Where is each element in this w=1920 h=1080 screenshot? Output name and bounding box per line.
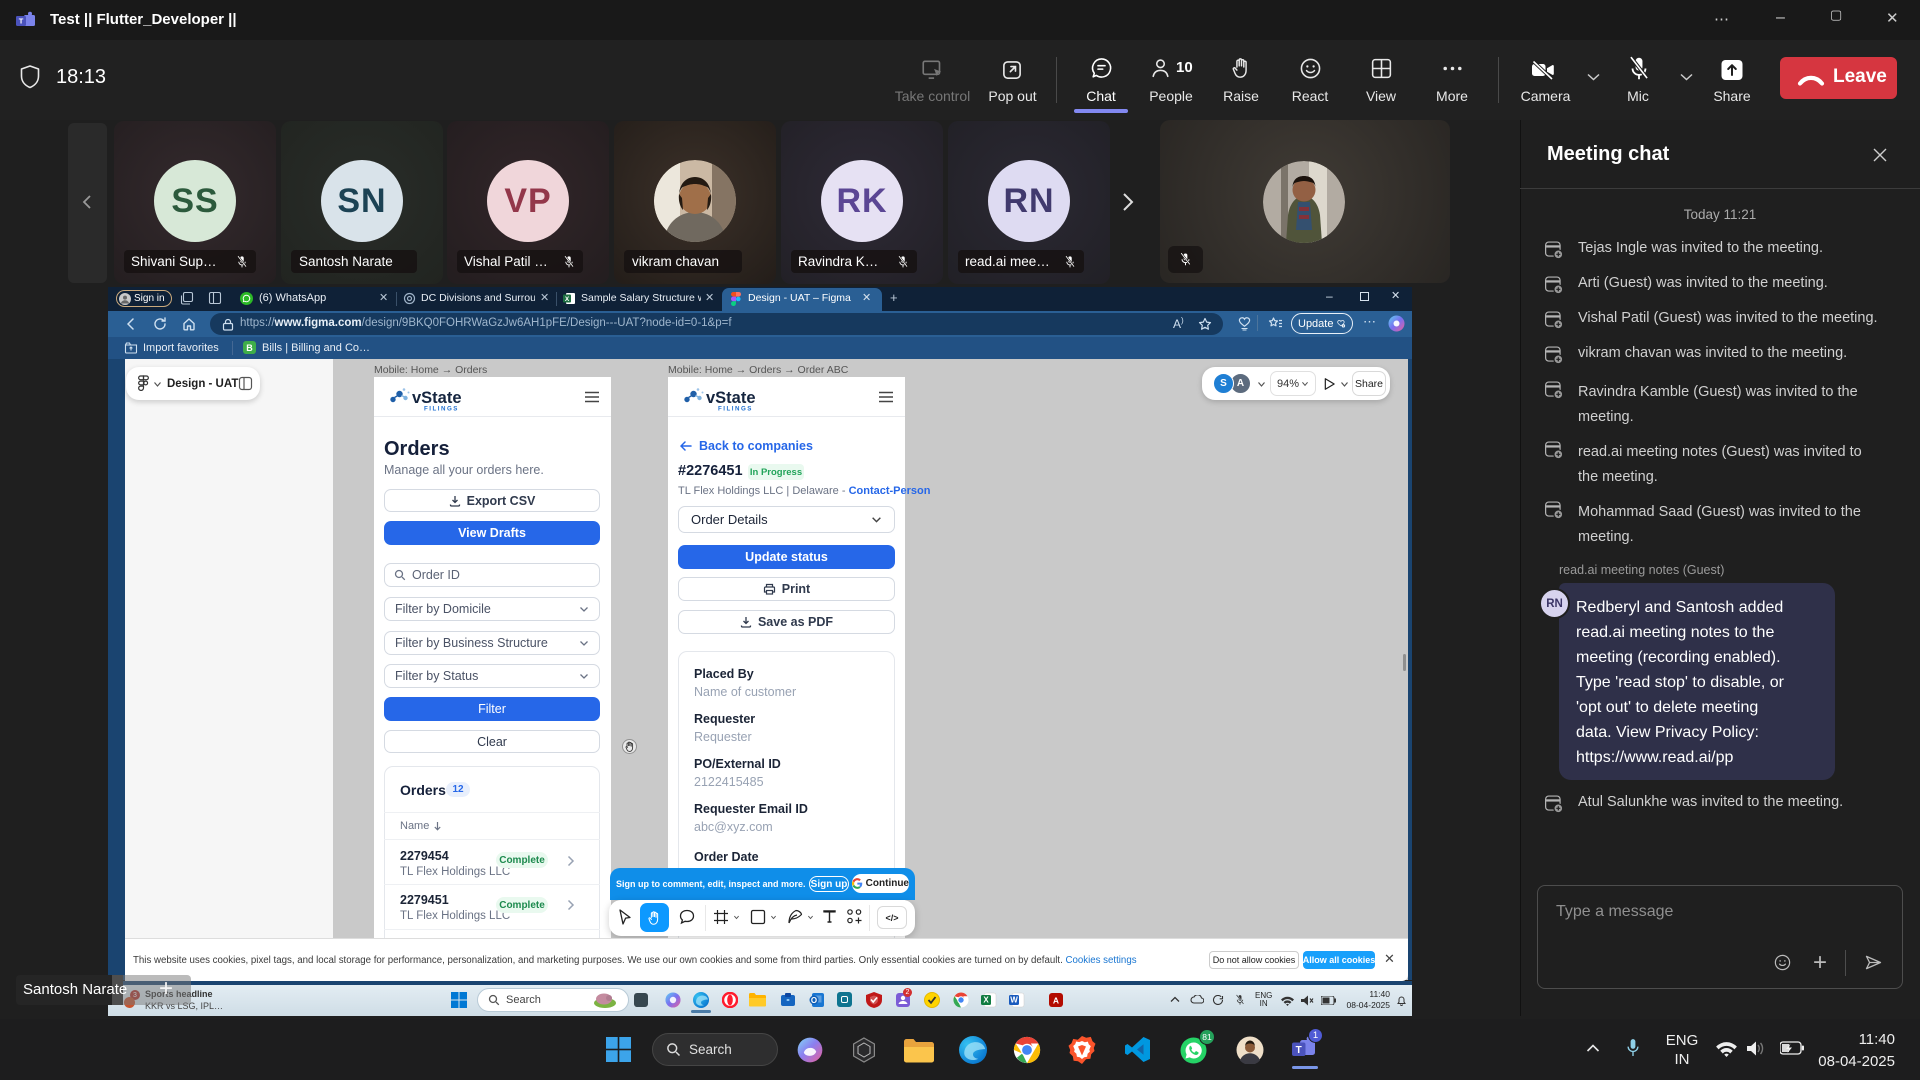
svg-text:X: X <box>565 296 570 303</box>
svg-text:FILINGS: FILINGS <box>718 406 753 413</box>
svg-text:O: O <box>811 996 817 1005</box>
svg-text:T: T <box>1296 1045 1302 1056</box>
svg-text:vState: vState <box>412 389 462 407</box>
svg-text:W: W <box>1010 996 1018 1005</box>
svg-text:A: A <box>1053 996 1059 1006</box>
svg-text:!: ! <box>1343 324 1344 328</box>
svg-text:vState: vState <box>706 389 756 407</box>
svg-text:FILINGS: FILINGS <box>424 406 459 413</box>
svg-text:X: X <box>983 996 989 1005</box>
svg-text:T: T <box>19 17 24 26</box>
